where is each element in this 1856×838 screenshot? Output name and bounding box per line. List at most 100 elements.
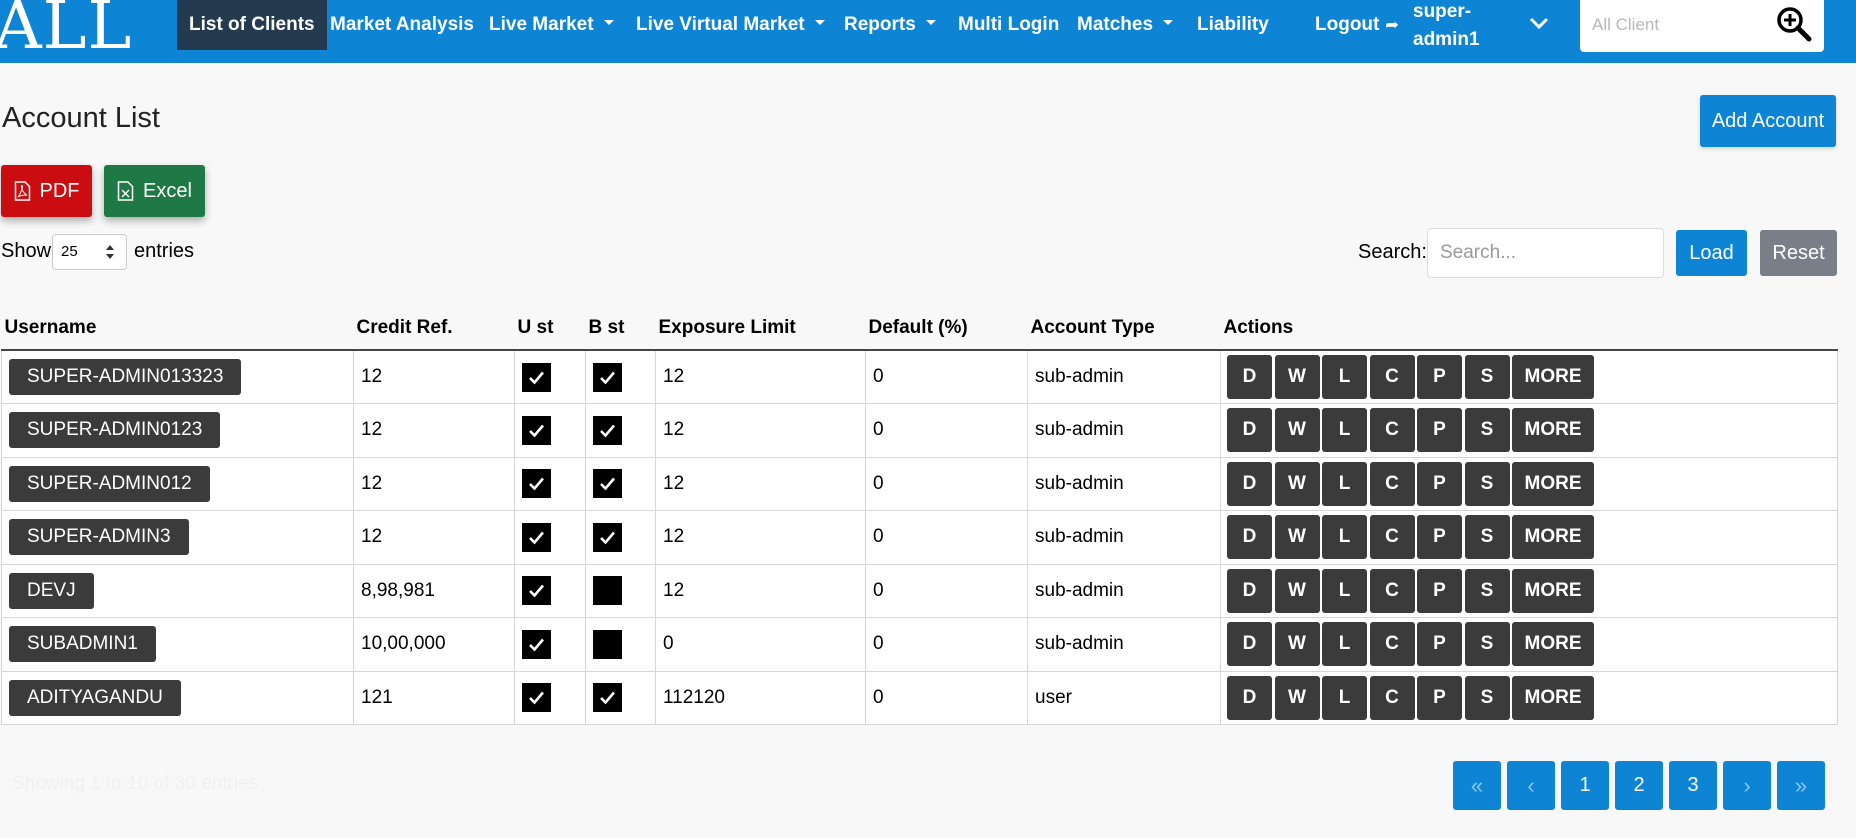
- more-button[interactable]: MORE: [1512, 675, 1594, 720]
- load-button[interactable]: Load: [1676, 230, 1747, 276]
- add-account-button[interactable]: Add Account: [1700, 95, 1836, 147]
- nav-matches[interactable]: Matches: [1065, 0, 1185, 50]
- entries-select[interactable]: 25: [52, 234, 127, 270]
- action-s-button[interactable]: S: [1464, 408, 1510, 453]
- more-button[interactable]: MORE: [1512, 622, 1594, 667]
- action-c-button[interactable]: C: [1369, 675, 1415, 720]
- u-st-checkbox[interactable]: [522, 469, 551, 499]
- action-l-button[interactable]: L: [1322, 515, 1367, 560]
- b-st-checkbox[interactable]: [593, 522, 622, 552]
- action-d-button[interactable]: D: [1227, 622, 1272, 667]
- header-username[interactable]: Username: [1, 306, 354, 351]
- b-st-checkbox[interactable]: [593, 362, 622, 392]
- action-p-button[interactable]: P: [1417, 461, 1462, 506]
- action-c-button[interactable]: C: [1369, 622, 1415, 667]
- username-badge[interactable]: ADITYAGANDU: [9, 679, 181, 716]
- header-exposure-limit[interactable]: Exposure Limit: [655, 306, 866, 351]
- action-d-button[interactable]: D: [1227, 515, 1272, 560]
- nav-reports[interactable]: Reports: [832, 0, 948, 50]
- action-p-button[interactable]: P: [1417, 515, 1462, 560]
- u-st-checkbox[interactable]: [522, 683, 551, 713]
- action-d-button[interactable]: D: [1227, 408, 1272, 453]
- action-l-button[interactable]: L: [1322, 355, 1367, 399]
- chevron-down-icon[interactable]: [1528, 12, 1550, 34]
- header-b-st[interactable]: B st: [585, 306, 656, 351]
- username-badge[interactable]: SUPER-ADMIN0123: [9, 412, 221, 449]
- zoom-in-icon[interactable]: [1774, 4, 1814, 44]
- u-st-checkbox[interactable]: [522, 415, 551, 445]
- action-l-button[interactable]: L: [1322, 461, 1367, 506]
- action-c-button[interactable]: C: [1369, 568, 1415, 613]
- action-c-button[interactable]: C: [1369, 515, 1415, 560]
- action-w-button[interactable]: W: [1274, 355, 1320, 399]
- nav-list-of-clients[interactable]: List of Clients: [177, 0, 327, 50]
- more-button[interactable]: MORE: [1512, 408, 1594, 453]
- u-st-checkbox[interactable]: [522, 522, 551, 552]
- header-credit-ref[interactable]: Credit Ref.: [353, 306, 515, 351]
- page-2-button[interactable]: 2: [1615, 761, 1663, 810]
- action-s-button[interactable]: S: [1464, 355, 1510, 399]
- nav-market-analysis[interactable]: Market Analysis: [318, 0, 486, 50]
- b-st-checkbox[interactable]: [593, 576, 622, 606]
- excel-export-button[interactable]: Excel: [104, 165, 205, 217]
- last-page-button[interactable]: »: [1777, 761, 1825, 810]
- nav-liability[interactable]: Liability: [1185, 0, 1281, 50]
- action-l-button[interactable]: L: [1322, 408, 1367, 453]
- action-s-button[interactable]: S: [1464, 568, 1510, 613]
- action-p-button[interactable]: P: [1417, 408, 1462, 453]
- nav-live-market[interactable]: Live Market: [477, 0, 626, 50]
- action-w-button[interactable]: W: [1274, 675, 1320, 720]
- action-c-button[interactable]: C: [1369, 355, 1415, 399]
- action-w-button[interactable]: W: [1274, 622, 1320, 667]
- header-u-st[interactable]: U st: [514, 306, 586, 351]
- b-st-checkbox[interactable]: [593, 415, 622, 445]
- action-d-button[interactable]: D: [1227, 675, 1272, 720]
- action-c-button[interactable]: C: [1369, 461, 1415, 506]
- prev-page-button[interactable]: ‹: [1507, 761, 1555, 810]
- more-button[interactable]: MORE: [1512, 515, 1594, 560]
- username-badge[interactable]: SUPER-ADMIN013323: [9, 359, 242, 395]
- u-st-checkbox[interactable]: [522, 362, 551, 392]
- action-l-button[interactable]: L: [1322, 568, 1367, 613]
- u-st-checkbox[interactable]: [522, 629, 551, 659]
- action-c-button[interactable]: C: [1369, 408, 1415, 453]
- more-button[interactable]: MORE: [1512, 461, 1594, 506]
- client-search-input[interactable]: [1592, 10, 1762, 40]
- action-p-button[interactable]: P: [1417, 675, 1462, 720]
- user-menu[interactable]: super- admin1: [1413, 0, 1503, 54]
- action-s-button[interactable]: S: [1464, 461, 1510, 506]
- more-button[interactable]: MORE: [1512, 355, 1594, 399]
- action-d-button[interactable]: D: [1227, 355, 1272, 399]
- header-default[interactable]: Default (%): [865, 306, 1028, 351]
- username-badge[interactable]: SUBADMIN1: [9, 626, 156, 663]
- action-w-button[interactable]: W: [1274, 568, 1320, 613]
- action-s-button[interactable]: S: [1464, 622, 1510, 667]
- more-button[interactable]: MORE: [1512, 568, 1594, 613]
- reset-button[interactable]: Reset: [1760, 230, 1837, 276]
- pdf-export-button[interactable]: PDF: [1, 165, 92, 217]
- action-w-button[interactable]: W: [1274, 515, 1320, 560]
- b-st-checkbox[interactable]: [593, 469, 622, 499]
- action-l-button[interactable]: L: [1322, 675, 1367, 720]
- username-badge[interactable]: DEVJ: [9, 572, 94, 609]
- action-w-button[interactable]: W: [1274, 461, 1320, 506]
- header-account-type[interactable]: Account Type: [1027, 306, 1221, 351]
- username-badge[interactable]: SUPER-ADMIN012: [9, 465, 210, 502]
- first-page-button[interactable]: «: [1453, 761, 1501, 810]
- b-st-checkbox[interactable]: [593, 629, 622, 659]
- search-input[interactable]: [1427, 228, 1664, 278]
- action-p-button[interactable]: P: [1417, 355, 1462, 399]
- b-st-checkbox[interactable]: [593, 683, 622, 713]
- nav-live-virtual-market[interactable]: Live Virtual Market: [624, 0, 837, 50]
- page-3-button[interactable]: 3: [1669, 761, 1717, 810]
- username-badge[interactable]: SUPER-ADMIN3: [9, 519, 189, 556]
- action-p-button[interactable]: P: [1417, 622, 1462, 667]
- u-st-checkbox[interactable]: [522, 576, 551, 606]
- action-d-button[interactable]: D: [1227, 461, 1272, 506]
- action-w-button[interactable]: W: [1274, 408, 1320, 453]
- action-l-button[interactable]: L: [1322, 622, 1367, 667]
- logout-button[interactable]: Logout ➦: [1303, 0, 1411, 50]
- action-s-button[interactable]: S: [1464, 675, 1510, 720]
- action-d-button[interactable]: D: [1227, 568, 1272, 613]
- action-p-button[interactable]: P: [1417, 568, 1462, 613]
